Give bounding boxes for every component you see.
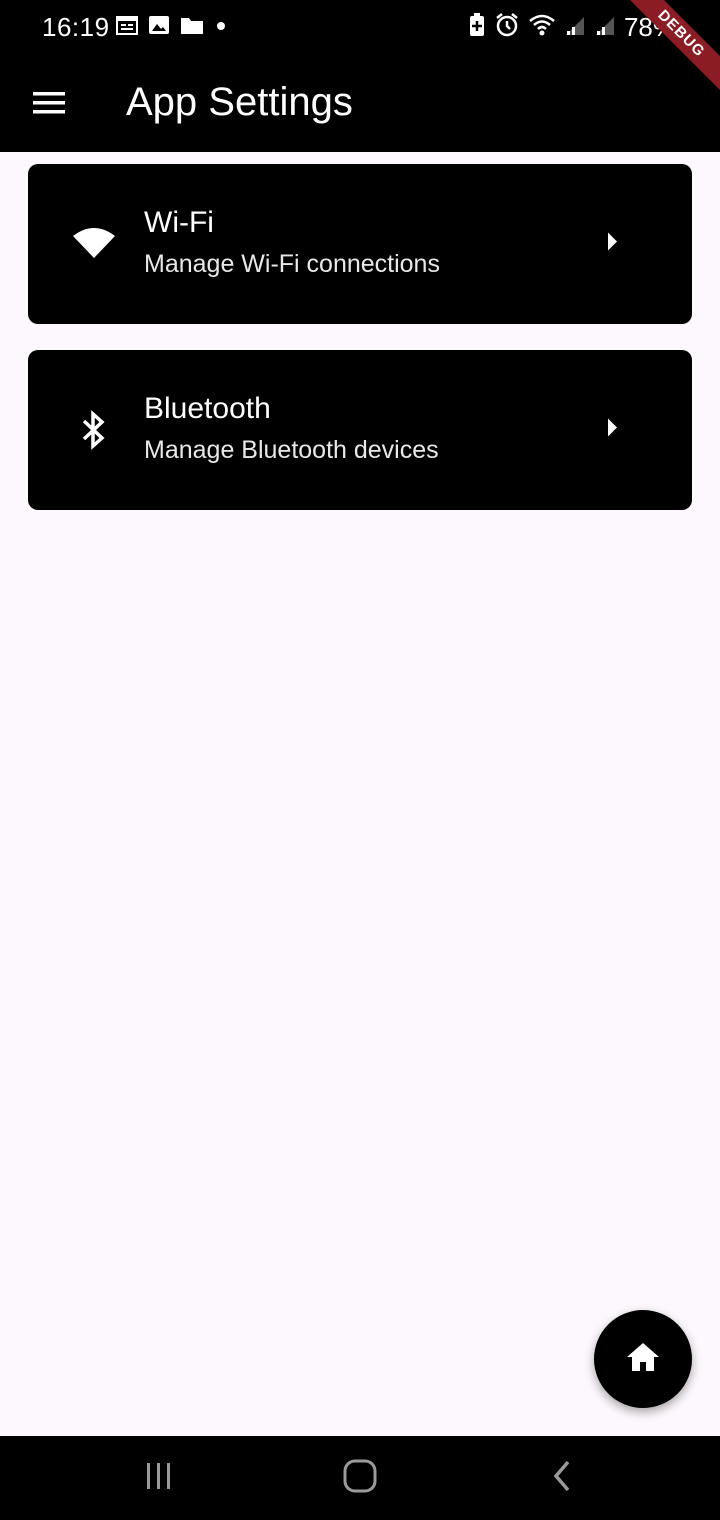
image-icon <box>148 15 170 40</box>
setting-subtitle: Manage Wi-Fi connections <box>144 250 440 278</box>
recents-button[interactable] <box>137 1458 181 1498</box>
back-button[interactable] <box>540 1458 584 1498</box>
home-nav-icon <box>343 1459 377 1498</box>
setting-subtitle: Manage Bluetooth devices <box>144 436 439 464</box>
app-bar: App Settings <box>0 56 720 152</box>
arrow-right-icon <box>606 418 618 443</box>
battery-saver-icon <box>468 13 486 42</box>
home-icon <box>625 1341 661 1378</box>
status-bar: 16:19 78% <box>0 0 720 56</box>
signal-icon <box>594 13 616 42</box>
hamburger-menu-icon <box>33 91 65 120</box>
home-fab-button[interactable] <box>594 1310 692 1408</box>
home-nav-button[interactable] <box>338 1458 382 1498</box>
setting-title: Wi-Fi <box>144 206 214 239</box>
back-icon <box>551 1459 573 1498</box>
page-title: App Settings <box>126 80 353 124</box>
wifi-icon <box>73 228 115 260</box>
wifi-icon <box>528 13 556 42</box>
setting-item-wifi[interactable]: Wi-Fi Manage Wi-Fi connections <box>28 164 692 324</box>
menu-button[interactable] <box>24 80 74 130</box>
setting-title: Bluetooth <box>144 392 271 425</box>
setting-item-bluetooth[interactable]: Bluetooth Manage Bluetooth devices <box>28 350 692 510</box>
folder-icon <box>180 15 204 40</box>
system-nav-bar <box>0 1436 720 1520</box>
status-time: 16:19 <box>42 12 110 42</box>
alarm-icon <box>494 13 520 42</box>
bluetooth-icon <box>80 410 108 450</box>
dot-icon <box>214 15 228 40</box>
battery-percentage: 78% <box>623 12 676 42</box>
arrow-right-icon <box>606 232 618 257</box>
signal-icon <box>564 13 586 42</box>
calendar-icon <box>116 15 138 40</box>
recents-icon <box>144 1461 174 1496</box>
